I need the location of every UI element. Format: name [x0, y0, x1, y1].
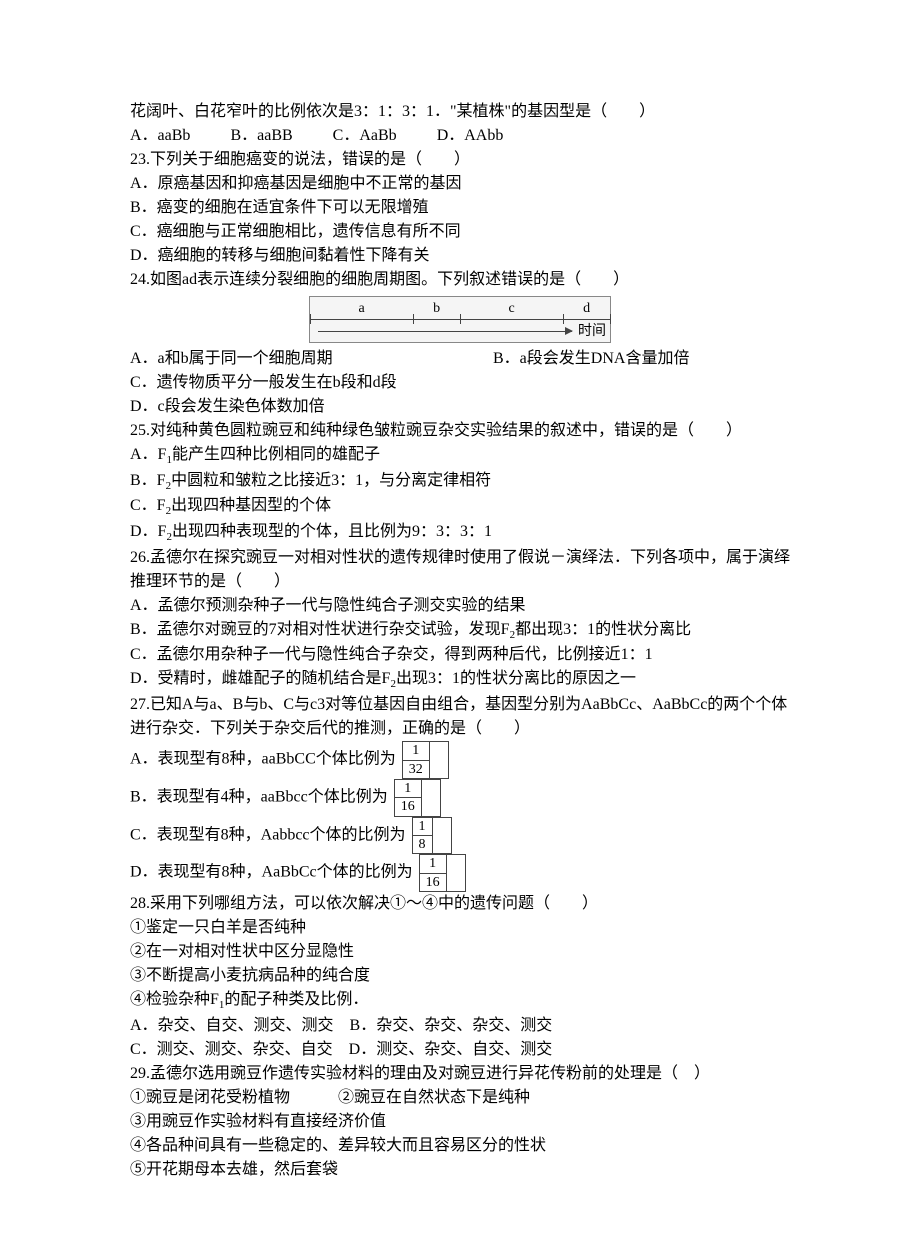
q28-opts-row1: A．杂交、自交、测交、测交 B．杂交、杂交、杂交、测交: [130, 1014, 790, 1038]
fraction-1-32: 132: [400, 741, 449, 779]
q29-l4: ⑤开花期母本去雄，然后套袋: [130, 1158, 790, 1182]
q22-options: A．aaBb B．aaBB C．AaBb D．AAbb: [130, 124, 790, 148]
q25-b: B．F2中圆粒和皱粒之比接近3：1，与分离定律相符: [130, 469, 790, 495]
q24-stem: 24.如图ad表示连续分裂细胞的细胞周期图。下列叙述错误的是（ ）: [130, 268, 790, 292]
q27-d: D．表现型有8种，AaBbCc个体的比例为 116: [130, 854, 790, 892]
q26-d: D．受精时，雌雄配子的随机结合是F2出现3：1的性状分离比的原因之一: [130, 667, 790, 693]
q28-opts-row2: C．测交、测交、杂交、自交 D．测交、杂交、自交、测交: [130, 1038, 790, 1062]
q23-a: A．原癌基因和抑癌基因是细胞中不正常的基因: [130, 172, 790, 196]
q22-opt-b: B．aaBB: [230, 124, 292, 148]
q26-c: C．孟德尔用杂种子一代与隐性纯合子杂交，得到两种后代，比例接近1：1: [130, 643, 790, 667]
q25-c: C．F2出现四种基因型的个体: [130, 494, 790, 520]
q25-a: A．F1能产生四种比例相同的雄配子: [130, 443, 790, 469]
q28-l4: ④检验杂种F1的配子种类及比例．: [130, 988, 790, 1014]
fraction-1-16b: 116: [417, 854, 466, 892]
q24-row-ab: A．a和b属于同一个细胞周期 B．a段会发生DNA含量加倍: [130, 347, 790, 371]
q27-a: A．表现型有8种，aaBbCC个体比例为 132: [130, 741, 790, 779]
q22-opt-a: A．aaBb: [130, 124, 190, 148]
exam-page: 花阔叶、白花窄叶的比例依次是3：1：3：1．"某植株"的基因型是（ ） A．aa…: [0, 0, 920, 1242]
seg-b: b: [433, 298, 440, 319]
q28-stem: 28.采用下列哪组方法，可以依次解决①～④中的遗传问题（ ）: [130, 892, 790, 916]
q29-l2: ③用豌豆作实验材料有直接经济价值: [130, 1110, 790, 1134]
q24-b: B．a段会发生DNA含量加倍: [493, 347, 790, 371]
q25-stem: 25.对纯种黄色圆粒豌豆和纯种绿色皱粒豌豆杂交实验结果的叙述中，错误的是（ ）: [130, 419, 790, 443]
q28-l2: ②在一对相对性状中区分显隐性: [130, 940, 790, 964]
fraction-1-8: 18: [410, 817, 452, 855]
q23-stem: 23.下列关于细胞癌变的说法，错误的是（ ）: [130, 148, 790, 172]
q23-d: D．癌细胞的转移与细胞间黏着性下降有关: [130, 244, 790, 268]
q28-l1: ①鉴定一只白羊是否纯种: [130, 916, 790, 940]
q29-stem: 29.孟德尔选用豌豆作遗传实验材料的理由及对豌豆进行异花传粉前的处理是（ ）: [130, 1062, 790, 1086]
q23-b: B．癌变的细胞在适宜条件下可以无限增殖: [130, 196, 790, 220]
q29-l1: ①豌豆是闭花受粉植物 ②豌豆在自然状态下是纯种: [130, 1086, 790, 1110]
q22-opt-c: C．AaBb: [333, 124, 397, 148]
q24-c: C．遗传物质平分一般发生在b段和d段: [130, 371, 790, 395]
q27-stem: 27.已知A与a、B与b、C与c3对等位基因自由组合，基因型分别为AaBbCc、…: [130, 693, 790, 741]
q25-d: D．F2出现四种表现型的个体，且比例为9：3：3：1: [130, 520, 790, 546]
q27-b: B．表现型有4种，aaBbcc个体比例为 116: [130, 779, 790, 817]
seg-c: c: [508, 298, 514, 319]
seg-a: a: [358, 298, 364, 319]
time-label: 时间: [578, 321, 606, 342]
q24-a: A．a和b属于同一个细胞周期: [130, 347, 493, 371]
fraction-1-16: 116: [392, 779, 441, 817]
q24-diagram: a b c d 时间: [130, 296, 790, 343]
q24-d: D．c段会发生染色体数加倍: [130, 395, 790, 419]
q27-c: C．表现型有8种，Aabbcc个体的比例为 18: [130, 817, 790, 855]
q26-stem: 26.孟德尔在探究豌豆一对相对性状的遗传规律时使用了假说－演绎法．下列各项中，属…: [130, 546, 790, 594]
q26-a: A．孟德尔预测杂种子一代与隐性纯合子测交实验的结果: [130, 594, 790, 618]
q23-c: C．癌细胞与正常细胞相比，遗传信息有所不同: [130, 220, 790, 244]
q26-b: B．孟德尔对豌豆的7对相对性状进行杂交试验，发现F2都出现3：1的性状分离比: [130, 618, 790, 644]
q29-l3: ④各品种间具有一些稳定的、差异较大而且容易区分的性状: [130, 1134, 790, 1158]
q28-l3: ③不断提高小麦抗病品种的纯合度: [130, 964, 790, 988]
q22-opt-d: D．AAbb: [437, 124, 504, 148]
seg-d: d: [583, 298, 590, 319]
q22-tail-line: 花阔叶、白花窄叶的比例依次是3：1：3：1．"某植株"的基因型是（ ）: [130, 100, 790, 124]
